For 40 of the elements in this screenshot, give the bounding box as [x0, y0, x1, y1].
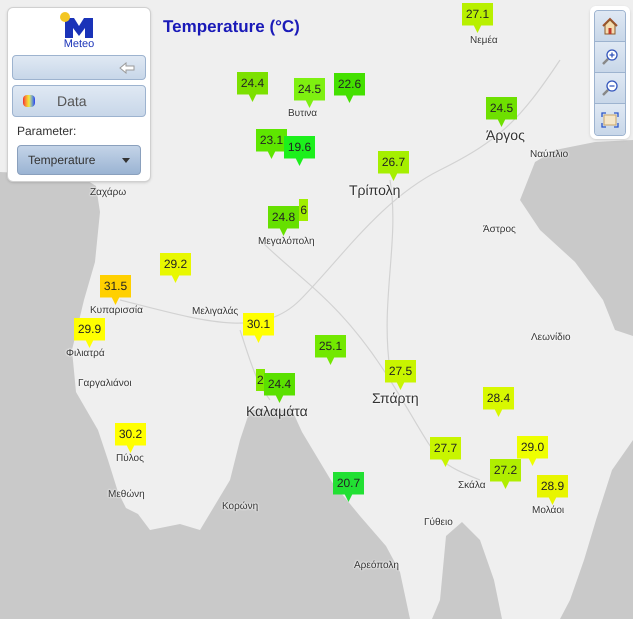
- temperature-marker[interactable]: 2: [256, 369, 265, 391]
- place-label: Μεθώνη: [108, 490, 145, 500]
- full-extent-button[interactable]: [595, 104, 625, 135]
- place-label: Σκάλα: [458, 481, 486, 491]
- place-label: Κορώνη: [222, 502, 258, 512]
- place-label: Τρίπολη: [349, 183, 400, 197]
- color-scale-icon: [23, 95, 35, 107]
- map-title: Temperature (°C): [163, 16, 300, 38]
- place-label: Ναύπλιο: [530, 150, 568, 160]
- parameter-label: Parameter:: [16, 123, 78, 140]
- extent-icon: [601, 112, 619, 128]
- data-button[interactable]: Data: [12, 85, 146, 117]
- place-label: Λεωνίδιο: [531, 333, 571, 343]
- place-label: Βυτινα: [288, 109, 318, 119]
- place-label: Νεμέα: [470, 36, 498, 46]
- logo-text: Meteo: [64, 38, 94, 50]
- place-label: Ζαχάρω: [90, 188, 126, 198]
- house-icon: [601, 17, 619, 35]
- caret-icon: [122, 158, 130, 162]
- home-button[interactable]: [595, 11, 625, 42]
- place-label: Καλαμάτα: [246, 404, 308, 418]
- place-label: Μολάοι: [532, 506, 564, 516]
- temperature-marker[interactable]: 6: [299, 199, 308, 221]
- place-label: Γύθειο: [424, 518, 453, 528]
- place-label: Γαργαλιάνοι: [78, 379, 132, 389]
- place-label: Αρεόπολη: [354, 561, 399, 571]
- zoom-in-icon: [601, 48, 619, 66]
- place-label: Μεγαλόπολη: [258, 237, 315, 247]
- arrow-left-icon: [119, 62, 135, 74]
- place-label: Μελιγαλάς: [192, 307, 238, 317]
- parameter-select[interactable]: Temperature: [17, 145, 141, 175]
- place-label: Άστρος: [483, 225, 516, 235]
- zoom-in-button[interactable]: [595, 42, 625, 73]
- place-label: Φιλιατρά: [66, 349, 105, 359]
- place-label: Κυπαρισσία: [90, 306, 143, 316]
- place-label: Σπάρτη: [372, 391, 419, 405]
- zoom-out-icon: [601, 79, 619, 97]
- zoom-out-button[interactable]: [595, 73, 625, 104]
- place-label: Άργος: [486, 128, 525, 142]
- place-label: Πύλος: [116, 454, 144, 464]
